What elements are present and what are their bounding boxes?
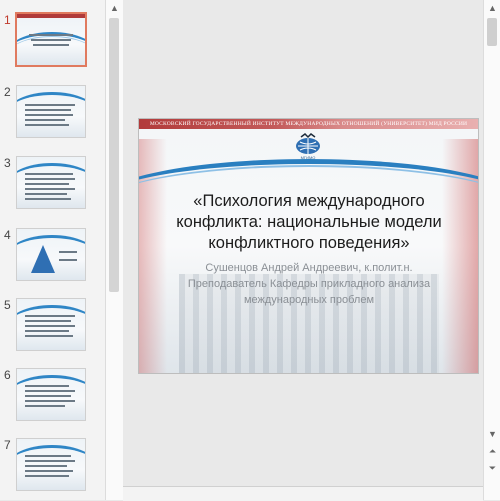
double-up-icon[interactable]: ⏶ [484, 443, 500, 459]
thumbnail-preview [16, 228, 86, 281]
current-slide[interactable]: МОСКОВСКИЙ ГОСУДАРСТВЕННЫЙ ИНСТИТУТ МЕЖД… [138, 118, 479, 374]
thumbnail-preview [16, 298, 86, 351]
slide-number: 4 [4, 228, 11, 242]
notes-divider [123, 486, 483, 501]
arrow-down-icon[interactable]: ▼ [484, 426, 500, 442]
slide-thumbnail-4[interactable]: 4 [0, 228, 105, 288]
slide-number: 5 [4, 298, 11, 312]
slide-thumbnail-7[interactable]: 7 [0, 438, 105, 498]
slide-thumbnail-5[interactable]: 5 [0, 298, 105, 358]
thumbnail-scrollbar[interactable]: ▲ [105, 0, 123, 500]
slide-number: 2 [4, 85, 11, 99]
scrollbar-handle[interactable] [109, 18, 119, 292]
mgimo-logo-icon [296, 133, 320, 154]
thumbnail-pane: 1 2 3 4 5 6 7 [0, 0, 122, 500]
slide-number: 6 [4, 368, 11, 382]
slide-scrollbar[interactable]: ▲ ▼ ⏶ ⏷ [483, 0, 500, 500]
scrollbar-handle[interactable] [487, 18, 497, 46]
slide-number: 3 [4, 156, 11, 170]
slide-editor: МОСКОВСКИЙ ГОСУДАРСТВЕННЫЙ ИНСТИТУТ МЕЖД… [123, 0, 483, 500]
slide-title[interactable]: «Психология международного конфликта: на… [159, 191, 459, 254]
institute-name: МОСКОВСКИЙ ГОСУДАРСТВЕННЫЙ ИНСТИТУТ МЕЖД… [149, 121, 468, 127]
arrow-up-icon[interactable]: ▲ [484, 0, 500, 16]
double-down-icon[interactable]: ⏷ [484, 460, 500, 476]
slide-thumbnail-2[interactable]: 2 [0, 85, 105, 145]
thumbnail-preview [15, 12, 87, 67]
slide-thumbnail-1[interactable]: 1 [0, 12, 105, 73]
slide-number: 7 [4, 438, 11, 452]
slide-thumbnail-3[interactable]: 3 [0, 156, 105, 216]
thumbnail-preview [16, 85, 86, 138]
thumbnail-preview [16, 156, 86, 209]
arrow-up-icon[interactable]: ▲ [106, 0, 123, 16]
thumbnail-preview [16, 368, 86, 421]
thumbnail-preview [16, 438, 86, 491]
slide-thumbnail-6[interactable]: 6 [0, 368, 105, 428]
slide-number: 1 [4, 13, 11, 27]
slide-subtitle[interactable]: Сушенцов Андрей Андреевич, к.полит.н. Пр… [179, 260, 439, 308]
